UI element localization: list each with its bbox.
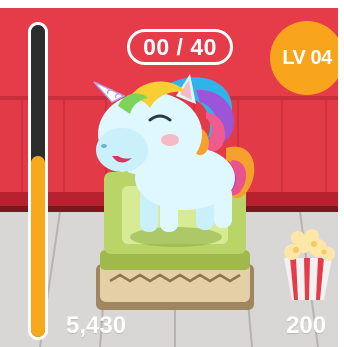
- game-scene: 00 / 40 LV 04 5,430 200: [0, 0, 344, 347]
- collection-counter: 00 / 40: [127, 29, 233, 65]
- popcorn-count: 200: [286, 312, 327, 339]
- frame-right: [338, 0, 344, 347]
- frame-top: [0, 0, 344, 8]
- energy-progress-fill: [31, 156, 45, 337]
- level-text: LV 04: [282, 46, 332, 69]
- counter-text: 00 / 40: [143, 33, 217, 60]
- energy-progress-bar: [28, 22, 48, 340]
- score-value: 5,430: [66, 312, 127, 339]
- level-badge: LV 04: [270, 21, 344, 95]
